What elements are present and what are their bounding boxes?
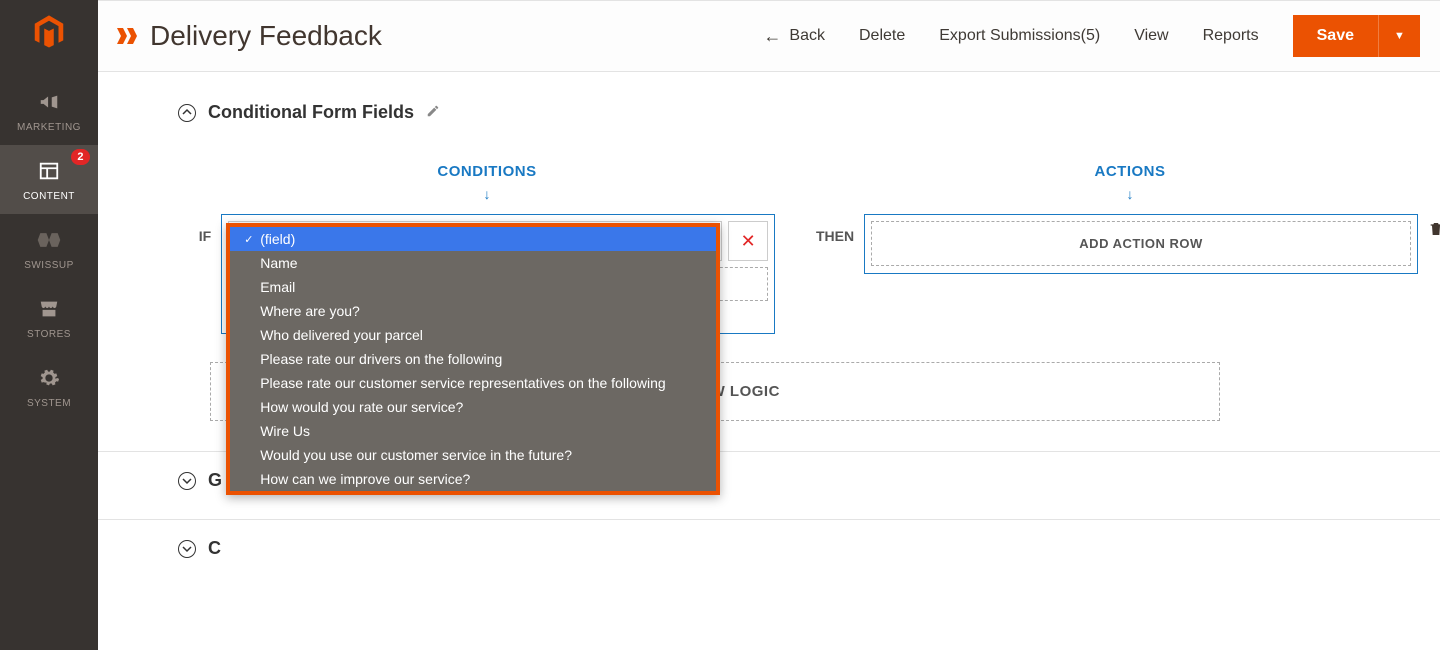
if-label: IF (199, 214, 211, 244)
expand-toggle[interactable] (178, 472, 196, 490)
reports-button[interactable]: Reports (1203, 27, 1259, 45)
delete-logic-button[interactable] (1428, 214, 1440, 243)
dropdown-option[interactable]: ✓(field) (230, 227, 716, 251)
back-button[interactable]: ← Back (763, 26, 825, 47)
remove-condition-button[interactable]: ✕ (728, 221, 768, 261)
dropdown-option[interactable]: How would you rate our service? (230, 395, 716, 419)
megaphone-icon (35, 88, 63, 116)
check-icon: ✓ (244, 233, 254, 246)
section-title: Conditional Form Fields (208, 102, 414, 123)
dropdown-option[interactable]: Name (230, 251, 716, 275)
expand-toggle[interactable] (178, 540, 196, 558)
then-label: THEN (816, 214, 854, 244)
dropdown-option[interactable]: Where are you? (230, 299, 716, 323)
actions-header: ACTIONS (1095, 163, 1166, 180)
field-dropdown: ✓(field) Name Email Where are you? Who d… (226, 223, 720, 495)
actions-container: ADD ACTION ROW (864, 214, 1418, 274)
delete-button[interactable]: Delete (859, 27, 905, 45)
save-button[interactable]: Save (1293, 15, 1378, 57)
conditions-header: CONDITIONS (437, 163, 536, 180)
dropdown-option[interactable]: Who delivered your parcel (230, 323, 716, 347)
export-button[interactable]: Export Submissions(5) (939, 27, 1100, 45)
nav-label: SYSTEM (27, 398, 71, 409)
layout-icon (35, 157, 63, 185)
dropdown-option[interactable]: Please rate our customer service represe… (230, 371, 716, 395)
view-button[interactable]: View (1134, 27, 1168, 45)
nav-label: CONTENT (23, 191, 75, 202)
section-title-collapsed: C (208, 538, 221, 559)
nav-label: STORES (27, 329, 71, 340)
caret-down-icon: ▼ (1394, 30, 1405, 42)
arrow-down-icon: ↓ (1127, 186, 1134, 202)
store-icon (35, 295, 63, 323)
nav-swissup[interactable]: SWISSUP (0, 214, 98, 283)
dropdown-option[interactable]: Email (230, 275, 716, 299)
arrow-down-icon: ↓ (484, 186, 491, 202)
magento-logo[interactable] (25, 8, 73, 56)
pencil-icon[interactable] (426, 104, 440, 121)
conditions-container: ✕ ✓(field) Name Email Where are you? Who… (221, 214, 775, 334)
nav-stores[interactable]: STORES (0, 283, 98, 352)
nav-marketing[interactable]: MARKETING (0, 76, 98, 145)
collapse-toggle[interactable] (178, 104, 196, 122)
section-title-collapsed: G (208, 470, 222, 491)
page-title: Delivery Feedback (150, 20, 382, 52)
divider (98, 519, 1440, 520)
add-action-row-button[interactable]: ADD ACTION ROW (871, 221, 1411, 266)
swissup-brand-icon (112, 22, 140, 50)
nav-content[interactable]: CONTENT 2 (0, 145, 98, 214)
dropdown-option[interactable]: Please rate our drivers on the following (230, 347, 716, 371)
nav-system[interactable]: SYSTEM (0, 352, 98, 421)
save-dropdown-toggle[interactable]: ▼ (1378, 15, 1420, 57)
notification-badge: 2 (71, 149, 90, 165)
gear-icon (35, 364, 63, 392)
arrow-left-icon: ← (763, 26, 781, 47)
page-header: Delivery Feedback ← Back Delete Export S… (98, 0, 1440, 72)
hex-icon (35, 226, 63, 254)
dropdown-option[interactable]: Would you use our customer service in th… (230, 443, 716, 467)
nav-label: MARKETING (17, 122, 81, 133)
dropdown-option[interactable]: How can we improve our service? (230, 467, 716, 491)
nav-label: SWISSUP (24, 260, 74, 271)
admin-sidebar: MARKETING CONTENT 2 SWISSUP STORES SYS (0, 0, 98, 650)
dropdown-option[interactable]: Wire Us (230, 419, 716, 443)
